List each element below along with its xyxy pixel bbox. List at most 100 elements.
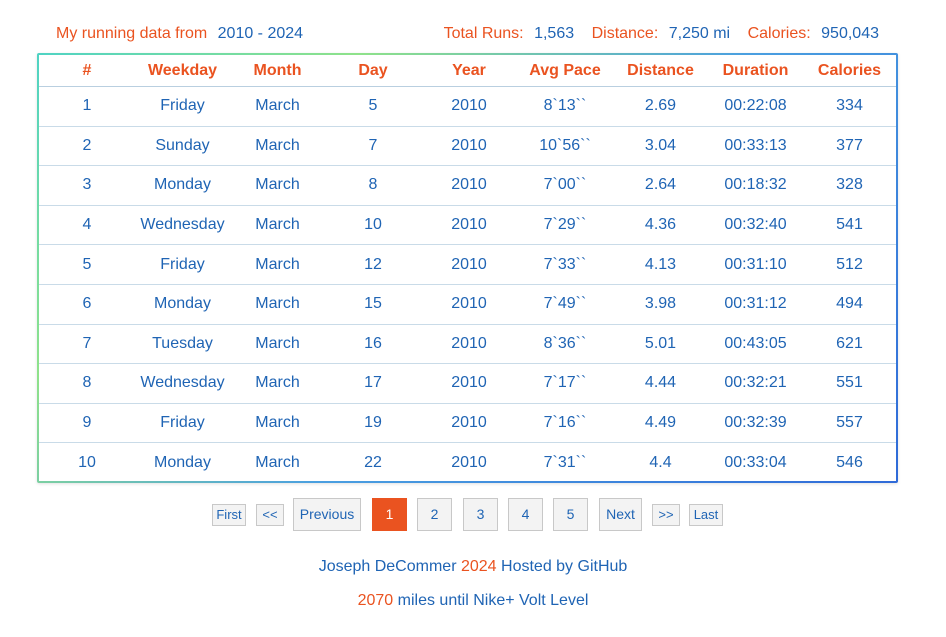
pagination: First << Previous 1 2 3 4 5 Next >> Last: [0, 498, 946, 531]
cell-index: 2: [39, 125, 135, 166]
distance-label: Distance:: [591, 25, 659, 42]
cell-weekday: Monday: [135, 442, 230, 482]
cell-duration: 00:18:32: [708, 165, 803, 206]
page-button-4[interactable]: 4: [508, 498, 543, 531]
cell-avg-pace: 10`56``: [517, 125, 613, 166]
calories-value: 950,043: [821, 25, 879, 42]
page-button-5[interactable]: 5: [553, 498, 588, 531]
footer-goal: 2070 miles until Nike+ Volt Level: [0, 592, 946, 610]
cell-avg-pace: 7`31``: [517, 442, 613, 482]
table-row: 7 Tuesday March 16 2010 8`36`` 5.01 00:43:05 621: [39, 323, 896, 364]
header-distance[interactable]: Distance: [613, 55, 708, 87]
header-calories[interactable]: Calories: [803, 55, 896, 87]
cell-day: 19: [325, 402, 421, 443]
cell-calories: 541: [803, 204, 896, 245]
totals-summary: Total Runs: 1,563 Distance: 7,250 mi Cal…: [444, 24, 879, 44]
cell-day: 17: [325, 363, 421, 404]
header-year[interactable]: Year: [421, 55, 517, 87]
cell-year: 2010: [421, 283, 517, 325]
cell-duration: 00:43:05: [708, 323, 803, 364]
table-row: 9 Friday March 19 2010 7`16`` 4.49 00:32:39 557: [39, 402, 896, 443]
cell-month: March: [230, 402, 325, 443]
table-row: 3 Monday March 8 2010 7`00`` 2.64 00:18:32 328: [39, 165, 896, 206]
header-avg-pace[interactable]: Avg Pace: [517, 55, 613, 87]
cell-month: March: [230, 323, 325, 364]
page-button-2[interactable]: 2: [417, 498, 452, 531]
cell-calories: 377: [803, 125, 896, 166]
total-runs-label: Total Runs:: [443, 25, 524, 42]
data-range-summary: My running data from 2010 - 2024: [56, 24, 303, 44]
cell-month: March: [230, 363, 325, 404]
cell-month: March: [230, 244, 325, 285]
cell-distance: 4.44: [613, 363, 708, 404]
cell-weekday: Wednesday: [135, 363, 230, 404]
page-button-1[interactable]: 1: [372, 498, 407, 531]
header-month[interactable]: Month: [230, 55, 325, 87]
cell-index: 3: [39, 165, 135, 206]
cell-calories: 551: [803, 363, 896, 404]
cell-calories: 546: [803, 442, 896, 482]
cell-index: 1: [82, 97, 92, 115]
cell-distance: 2.69: [644, 97, 677, 115]
table-header-row: # Weekday Month Day Year Avg Pace Distan…: [39, 55, 896, 87]
table-row: 10 Monday March 22 2010 7`31`` 4.4 00:33:04 546: [39, 442, 896, 482]
cell-day: 10: [325, 204, 421, 245]
next-arrow-button[interactable]: >>: [652, 504, 680, 526]
cell-avg-pace: 7`33``: [517, 244, 613, 285]
cell-distance: 3.98: [613, 283, 708, 325]
cell-month: March: [255, 97, 300, 115]
runs-table: # Weekday Month Day Year Avg Pace Distan…: [39, 55, 896, 482]
cell-day: 22: [325, 442, 421, 482]
header-index[interactable]: #: [39, 55, 135, 87]
next-button[interactable]: Next: [599, 498, 642, 531]
last-page-button[interactable]: Last: [689, 504, 723, 526]
cell-distance: 4.36: [613, 204, 708, 245]
cell-weekday: Tuesday: [135, 323, 230, 364]
header-duration[interactable]: Duration: [708, 55, 803, 87]
page-button-3[interactable]: 3: [463, 498, 498, 531]
hosted-by-github-link[interactable]: Hosted by GitHub: [501, 558, 627, 575]
total-runs-value: 1,563: [534, 25, 575, 42]
table-row: 1 Friday March 5 2010 8`13`` 2.69 00:22:08 334: [39, 87, 896, 127]
cell-month: March: [230, 283, 325, 325]
cell-day: 15: [325, 283, 421, 325]
cell-year: 2010: [421, 323, 517, 364]
cell-duration: 00:31:12: [708, 283, 803, 325]
runs-table-container: # Weekday Month Day Year Avg Pace Distan…: [37, 53, 898, 483]
cell-month: March: [230, 204, 325, 245]
cell-duration: 00:33:13: [708, 125, 803, 166]
cell-day: 5: [368, 97, 378, 115]
cell-avg-pace: 7`16``: [517, 402, 613, 443]
cell-calories: 328: [803, 165, 896, 206]
cell-calories: 494: [803, 283, 896, 325]
cell-distance: 3.04: [613, 125, 708, 166]
header-day[interactable]: Day: [325, 55, 421, 87]
cell-calories: 621: [803, 323, 896, 364]
table-row: 8 Wednesday March 17 2010 7`17`` 4.44 00:32:21 5…: [39, 363, 896, 404]
cell-year: 2010: [421, 402, 517, 443]
previous-button[interactable]: Previous: [293, 498, 361, 531]
cell-day: 12: [325, 244, 421, 285]
cell-weekday: Monday: [135, 283, 230, 325]
goal-text: miles until Nike+ Volt Level: [397, 592, 589, 609]
cell-distance: 2.64: [613, 165, 708, 206]
first-page-button[interactable]: First: [212, 504, 246, 526]
cell-index: 6: [39, 283, 135, 325]
cell-distance: 4.4: [613, 442, 708, 482]
table-row: 2 Sunday March 7 2010 10`56`` 3.04 00:33:13 377: [39, 125, 896, 166]
summary-label: My running data from: [56, 25, 208, 42]
prev-arrow-button[interactable]: <<: [256, 504, 284, 526]
cell-day: 8: [325, 165, 421, 206]
cell-distance: 4.49: [613, 402, 708, 443]
cell-year: 2010: [421, 442, 517, 482]
cell-weekday: Friday: [160, 97, 205, 115]
cell-index: 5: [39, 244, 135, 285]
header-weekday[interactable]: Weekday: [135, 55, 230, 87]
cell-month: March: [230, 165, 325, 206]
cell-year: 2010: [421, 204, 517, 245]
author-link[interactable]: Joseph DeCommer: [319, 558, 457, 575]
cell-duration: 00:33:04: [708, 442, 803, 482]
cell-weekday: Sunday: [135, 125, 230, 166]
cell-year: 2010: [421, 244, 517, 285]
cell-index: 8: [39, 363, 135, 404]
